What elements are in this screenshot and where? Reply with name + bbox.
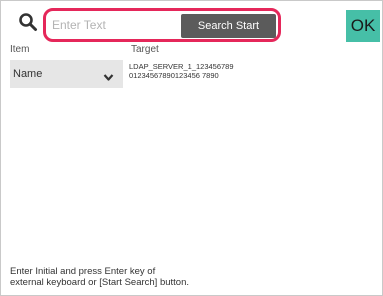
target-value-line2: 01234567890123456 7890 <box>129 71 219 80</box>
ok-button[interactable]: OK <box>346 10 380 42</box>
item-dropdown-selected: Name <box>13 68 43 80</box>
chevron-down-icon <box>103 69 114 81</box>
item-dropdown[interactable]: Name <box>10 60 123 88</box>
column-header-target: Target <box>131 44 159 55</box>
search-input[interactable] <box>50 14 182 36</box>
hint-text: Enter Initial and press Enter key of ext… <box>10 266 310 288</box>
target-value: LDAP_SERVER_1_123456789 0123456789012345… <box>129 62 234 80</box>
hint-text-line1: Enter Initial and press Enter key of <box>10 266 156 277</box>
hint-text-line2: external keyboard or [Start Search] butt… <box>10 277 190 288</box>
search-start-button[interactable]: Search Start <box>181 14 276 38</box>
target-value-line1: LDAP_SERVER_1_123456789 <box>129 62 234 71</box>
column-header-item: Item <box>10 44 30 55</box>
search-icon[interactable] <box>17 11 39 33</box>
search-dialog: Search Start OK Item Target Name LDAP_SE… <box>0 0 383 296</box>
